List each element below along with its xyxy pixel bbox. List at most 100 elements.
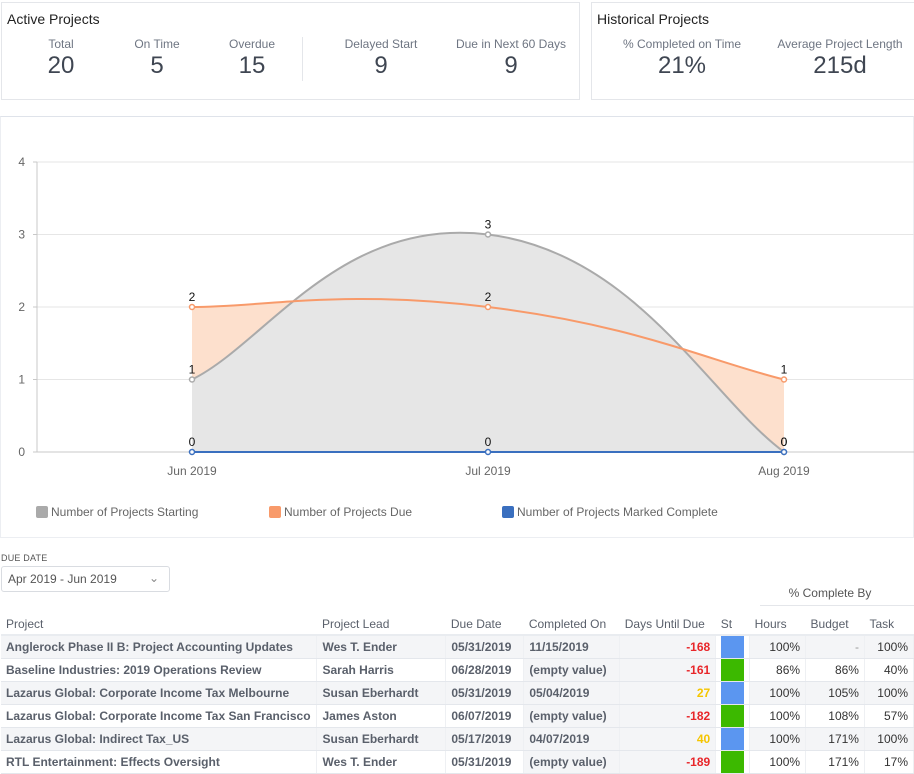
days-until-due-cell: -182 <box>619 704 717 728</box>
column-header-budget[interactable]: Budget <box>805 613 865 636</box>
column-header-completed-on[interactable]: Completed On <box>523 613 620 636</box>
status-cell <box>715 681 751 705</box>
hours-cell: 100% <box>749 635 807 659</box>
due-date-filter-select[interactable]: Apr 2019 - Jun 2019 ⌄ <box>1 566 170 592</box>
projects-area-chart: 1302 210 0 0 01234Jun 2019 Jul 2019 Aug 2019 <box>18 155 914 478</box>
data-point <box>188 303 196 311</box>
project-cell: Lazarus Global: Corporate Income Tax Mel… <box>1 681 318 705</box>
y-tick-label: 4 <box>18 155 25 169</box>
data-point <box>780 448 788 456</box>
budget-cell: 86% <box>805 658 865 682</box>
legend-swatch-blue-icon <box>502 506 514 518</box>
y-tick-label: 1 <box>18 373 25 387</box>
data-point <box>484 231 492 238</box>
due-date-filter-label: DUE DATE <box>1 553 48 563</box>
completed-on-cell: (empty value) <box>523 750 621 774</box>
data-point <box>484 303 492 311</box>
data-label: 2 <box>485 290 492 304</box>
completed-on-cell: (empty value) <box>523 658 621 682</box>
x-tick-label: Aug 2019 <box>758 464 810 478</box>
x-tick-label: Jun 2019 <box>167 464 217 478</box>
status-cell <box>715 727 751 751</box>
hours-cell: 100% <box>749 750 807 774</box>
due-date-cell: 06/28/2019 <box>445 658 525 682</box>
status-indicator <box>721 636 745 658</box>
budget-cell: - <box>805 635 865 659</box>
completed-on-cell: 04/07/2019 <box>523 727 621 751</box>
due-date-cell: 05/31/2019 <box>445 750 525 774</box>
percent-complete-by-header: % Complete By <box>760 582 914 606</box>
status-indicator <box>721 728 745 750</box>
table-row[interactable]: Anglerock Phase II B: Project Accounting… <box>1 635 914 659</box>
project-lead-cell: James Aston <box>316 704 447 728</box>
data-label: 0 <box>189 435 196 449</box>
column-header-hours[interactable]: Hours <box>749 613 806 636</box>
hours-cell: 100% <box>749 681 807 705</box>
budget-cell: 171% <box>805 727 865 751</box>
hours-cell: 100% <box>749 727 807 751</box>
legend-item-due[interactable]: Number of Projects Due <box>269 505 412 519</box>
due-date-cell: 05/31/2019 <box>445 681 525 705</box>
project-cell: Anglerock Phase II B: Project Accounting… <box>1 635 318 659</box>
data-point <box>188 448 196 456</box>
task-cell: 100% <box>864 681 914 705</box>
table-row[interactable]: Lazarus Global: Indirect Tax_US Susan Ebe… <box>1 727 914 751</box>
legend-label: Number of Projects Due <box>284 505 413 519</box>
task-cell: 57% <box>864 704 914 728</box>
column-header-status[interactable]: St <box>715 613 750 636</box>
status-cell <box>715 635 751 659</box>
project-cell: Lazarus Global: Corporate Income Tax San… <box>1 704 318 728</box>
days-until-due-cell: -168 <box>619 635 717 659</box>
column-header-project-lead[interactable]: Project Lead <box>316 613 446 636</box>
column-header-project[interactable]: Project <box>1 613 317 636</box>
data-point <box>484 448 492 456</box>
status-cell <box>715 658 751 682</box>
legend-swatch-orange-icon <box>269 506 281 518</box>
table-row[interactable]: Baseline Industries: 2019 Operations Rev… <box>1 658 914 682</box>
project-lead-cell: Susan Eberhardt <box>316 727 447 751</box>
table-row[interactable]: Lazarus Global: Corporate Income Tax San… <box>1 704 914 728</box>
legend-item-marked-complete[interactable]: Number of Projects Marked Complete <box>502 505 718 519</box>
project-lead-cell: Wes T. Ender <box>316 750 447 774</box>
completed-on-cell: 05/04/2019 <box>523 681 621 705</box>
legend-item-starting[interactable]: Number of Projects Starting <box>36 505 198 519</box>
status-indicator <box>721 705 745 727</box>
hours-cell: 100% <box>749 704 807 728</box>
status-cell <box>715 704 751 728</box>
y-tick-label: 2 <box>18 300 25 314</box>
data-label: 1 <box>189 363 196 377</box>
due-date-filter-value: Apr 2019 - Jun 2019 <box>8 572 117 586</box>
data-label: 0 <box>781 435 788 449</box>
days-until-due-cell: -161 <box>619 658 717 682</box>
column-header-task[interactable]: Task <box>864 613 914 636</box>
data-point <box>188 376 196 383</box>
table-header-row: Project Project Lead Due Date Completed … <box>1 613 914 636</box>
data-label: 1 <box>781 363 788 377</box>
column-header-days-until-due[interactable]: Days Until Due <box>619 613 716 636</box>
days-until-due-cell: 40 <box>619 727 717 751</box>
table-row[interactable]: RTL Entertainment: Effects Oversight Wes … <box>1 750 914 774</box>
area-0 <box>192 232 784 452</box>
data-label: 3 <box>485 218 492 232</box>
task-cell: 17% <box>864 750 914 774</box>
chevron-down-icon: ⌄ <box>148 571 159 585</box>
task-cell: 40% <box>864 658 914 682</box>
legend-label: Number of Projects Starting <box>51 505 199 519</box>
projects-table: Project Project Lead Due Date Completed … <box>1 613 914 774</box>
y-tick-label: 3 <box>18 228 25 242</box>
budget-cell: 108% <box>805 704 865 728</box>
hours-cell: 86% <box>749 658 807 682</box>
legend-label: Number of Projects Marked Complete <box>517 505 718 519</box>
column-header-due-date[interactable]: Due Date <box>445 613 524 636</box>
task-cell: 100% <box>864 635 914 659</box>
days-until-due-cell: 27 <box>619 681 717 705</box>
budget-cell: 105% <box>805 681 865 705</box>
due-date-cell: 06/07/2019 <box>445 704 525 728</box>
due-date-cell: 05/31/2019 <box>445 635 525 659</box>
days-until-due-cell: -189 <box>619 750 717 774</box>
table-row[interactable]: Lazarus Global: Corporate Income Tax Mel… <box>1 681 914 705</box>
status-indicator <box>721 682 745 704</box>
completed-on-cell: 11/15/2019 <box>523 635 621 659</box>
status-indicator <box>721 751 745 773</box>
project-lead-cell: Sarah Harris <box>316 658 447 682</box>
